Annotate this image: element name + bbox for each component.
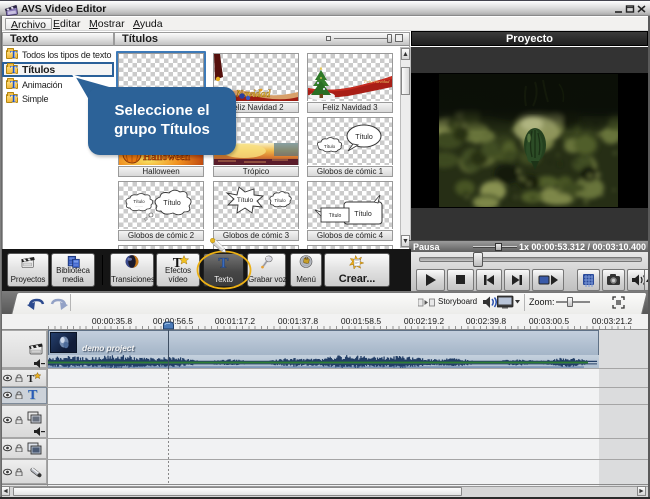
svg-text:T: T xyxy=(27,373,35,384)
svg-text:Título: Título xyxy=(355,134,373,141)
svg-text:..........: .......... xyxy=(135,204,144,208)
svg-text:Título: Título xyxy=(163,200,181,207)
svg-text:Feliz Navidad: Feliz Navidad xyxy=(363,79,390,84)
svg-text:Título: Título xyxy=(324,144,336,149)
svg-text:Título: Título xyxy=(329,213,342,219)
svg-text:Título: Título xyxy=(274,198,286,203)
svg-text:Título: Título xyxy=(237,197,254,204)
svg-text:Título: Título xyxy=(354,211,372,218)
